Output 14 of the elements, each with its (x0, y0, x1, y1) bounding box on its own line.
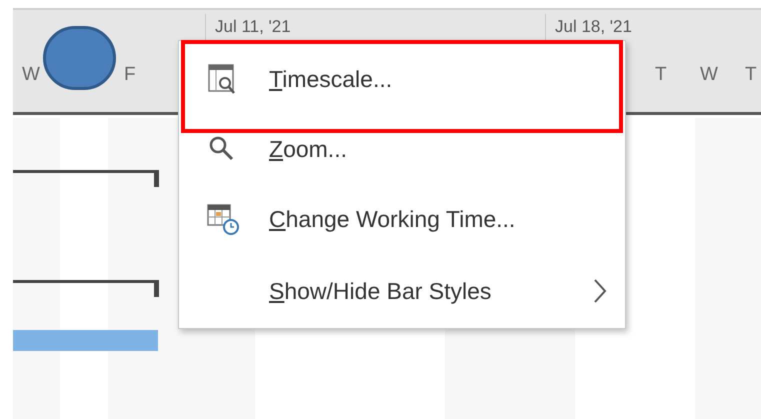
menu-item[interactable]: Zoom... (207, 134, 617, 164)
day-label: W (700, 63, 718, 87)
timescale-icon (207, 63, 237, 95)
day-label: T (745, 63, 757, 87)
menu-item[interactable]: Timescale... (207, 64, 617, 94)
week-label: Jul 11, '21 (215, 17, 291, 37)
menu-item[interactable]: Change Working Time... (207, 204, 617, 234)
chevron-right-icon (593, 278, 607, 304)
day-label: W (22, 63, 40, 87)
calendar-clock-icon (207, 203, 239, 235)
day-label: T (655, 63, 667, 87)
day-label: F (124, 63, 136, 87)
menu-item[interactable]: Show/Hide Bar Styles (207, 276, 617, 306)
week-label: Jul 18, '21 (555, 17, 632, 37)
